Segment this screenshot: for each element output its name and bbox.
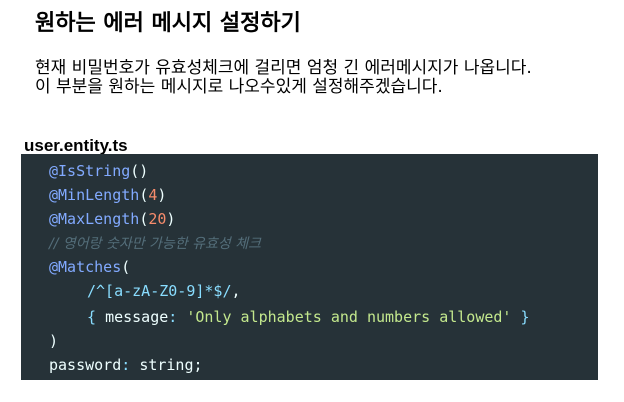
code-token-punct: ( xyxy=(139,186,149,204)
code-token-key: message xyxy=(105,308,169,326)
code-token-string: 'Only alphabets and numbers allowed' xyxy=(186,308,512,326)
code-token-decorator: @Matches xyxy=(49,258,122,276)
code-line: @Matches( xyxy=(49,255,130,279)
code-token-punct: : xyxy=(121,356,140,374)
code-line: /^[a-zA-Z0-9]*$/, xyxy=(49,279,241,303)
code-token-punct: ( xyxy=(139,210,149,228)
code-token-property: password xyxy=(49,356,122,374)
document-body: 현재 비밀번호가 유효성체크에 걸리면 엄청 긴 에러메시지가 나옵니다. 이 … xyxy=(35,59,575,113)
code-line: @MaxLength(20) xyxy=(49,207,175,231)
code-token-regex: /^[a-zA-Z0-9]*$/ xyxy=(87,282,232,300)
code-line: // 영어랑 숫자만 가능한 유효성 체크 xyxy=(49,231,261,255)
code-token-decorator: @MaxLength xyxy=(49,210,140,228)
paragraph: 이 부분을 원하는 메시지로 나오수있게 설정해주겠습니다. xyxy=(35,77,443,97)
code-token-punct: , xyxy=(231,282,241,300)
code-token-punct: ; xyxy=(193,356,203,374)
code-token-punct: () xyxy=(130,162,149,180)
code-token-decorator: @MinLength xyxy=(49,186,140,204)
document-title: 원하는 에러 메시지 설정하기 xyxy=(35,11,301,36)
code-line: { message: 'Only alphabets and numbers a… xyxy=(49,305,530,329)
code-token-punct: : xyxy=(168,308,187,326)
code-block: @IsString() @MinLength(4) @MaxLength(20)… xyxy=(21,154,598,380)
code-token-comment: // 영어랑 숫자만 가능한 유효성 체크 xyxy=(49,236,262,252)
code-token-punct: } xyxy=(511,308,530,326)
code-token-punct: ) xyxy=(166,210,176,228)
code-line: ) xyxy=(49,329,58,353)
paragraph: 현재 비밀번호가 유효성체크에 걸리면 엄청 긴 에러메시지가 나옵니다. xyxy=(35,59,532,78)
code-token-number: 20 xyxy=(148,210,167,228)
code-line: @MinLength(4) xyxy=(49,183,166,207)
code-filename: user.entity.ts xyxy=(24,136,128,155)
code-token-punct: ( xyxy=(121,258,131,276)
code-token-punct: ) xyxy=(157,186,167,204)
code-line: @IsString() xyxy=(49,159,148,183)
code-token-punct: ) xyxy=(49,332,59,350)
code-token-decorator: @IsString xyxy=(49,162,131,180)
code-line: password: string; xyxy=(49,353,203,377)
code-token-punct: { xyxy=(87,308,106,326)
code-token-type: string xyxy=(139,356,194,374)
